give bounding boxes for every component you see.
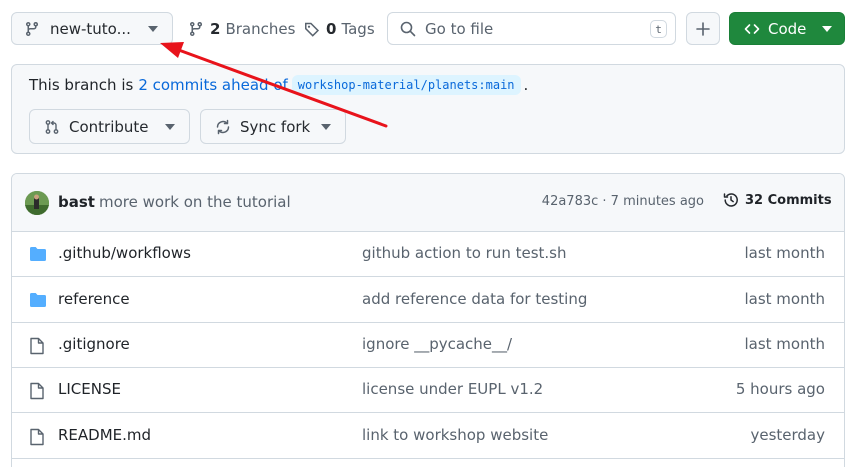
caret-down-icon: [321, 124, 331, 130]
sync-fork-label: Sync fork: [240, 117, 311, 136]
go-to-file-search[interactable]: t: [387, 12, 676, 45]
file-name[interactable]: .github/workflows: [58, 244, 191, 262]
tag-icon: [305, 22, 320, 37]
search-icon: [400, 21, 416, 36]
file-name[interactable]: .gitignore: [58, 335, 130, 353]
file-updated-time: last month: [744, 290, 825, 308]
file-name[interactable]: reference: [58, 290, 130, 308]
file-updated-time: 5 hours ago: [735, 380, 825, 398]
code-button-label: Code: [768, 19, 807, 38]
status-suffix: .: [523, 76, 529, 94]
file-icon: [30, 382, 44, 400]
branches-label: Branches: [225, 19, 296, 38]
file-updated-time: last month: [744, 335, 825, 353]
file-row[interactable]: .github/workflows github action to run t…: [12, 232, 844, 277]
branch-name: new-tuto...: [50, 19, 131, 38]
branch-status-panel: This branch is 2 commits ahead of worksh…: [11, 64, 845, 154]
add-file-button[interactable]: [686, 12, 720, 45]
file-icon: [30, 428, 44, 446]
caret-down-icon: [822, 26, 832, 32]
file-row[interactable]: README.md link to workshop website yeste…: [12, 414, 844, 459]
branches-link[interactable]: 2 Branches: [188, 12, 295, 45]
base-branch-ref[interactable]: workshop-material/planets:main: [291, 75, 521, 95]
branch-selector-button[interactable]: new-tuto...: [11, 12, 173, 45]
branches-count: 2: [210, 19, 221, 38]
file-commit-message[interactable]: add reference data for testing: [362, 290, 587, 308]
avatar[interactable]: [25, 191, 49, 215]
keyboard-shortcut-hint: t: [650, 20, 667, 38]
git-branch-icon: [25, 21, 38, 36]
commit-hash-and-time[interactable]: 42a783c · 7 minutes ago: [542, 194, 704, 209]
code-button[interactable]: Code: [729, 12, 845, 45]
file-commit-message[interactable]: ignore __pycache__/: [362, 335, 512, 353]
file-icon: [30, 337, 44, 355]
caret-down-icon: [148, 26, 158, 32]
sync-icon: [216, 119, 230, 134]
tags-count: 0: [326, 19, 337, 38]
commits-ahead-link[interactable]: 2 commits ahead of: [138, 76, 287, 94]
file-table: bast more work on the tutorial 42a783c ·…: [11, 173, 845, 467]
sync-fork-button[interactable]: Sync fork: [200, 109, 346, 144]
file-updated-time: yesterday: [750, 426, 825, 444]
file-updated-time: last month: [744, 244, 825, 262]
latest-commit-row: bast more work on the tutorial 42a783c ·…: [12, 174, 844, 232]
status-prefix: This branch is: [29, 76, 134, 94]
file-name[interactable]: README.md: [58, 426, 151, 444]
folder-icon: [30, 247, 46, 261]
contribute-label: Contribute: [69, 117, 149, 136]
file-row[interactable]: LICENSE license under EUPL v1.2 5 hours …: [12, 368, 844, 413]
file-row[interactable]: reference add reference data for testing…: [12, 278, 844, 323]
go-to-file-input[interactable]: [425, 19, 635, 38]
caret-down-icon: [165, 124, 175, 130]
commit-message[interactable]: more work on the tutorial: [99, 193, 291, 211]
file-row[interactable]: .gitignore ignore __pycache__/ last mont…: [12, 323, 844, 368]
commit-author[interactable]: bast: [58, 193, 95, 211]
git-pull-request-icon: [45, 119, 59, 134]
history-icon: [723, 193, 738, 207]
file-commit-message[interactable]: github action to run test.sh: [362, 244, 567, 262]
commits-count-label: 32 Commits: [745, 192, 832, 208]
tags-label: Tags: [341, 19, 375, 38]
tags-link[interactable]: 0 Tags: [304, 12, 375, 45]
file-name[interactable]: LICENSE: [58, 380, 121, 398]
branch-status-text: This branch is 2 commits ahead of worksh…: [29, 75, 528, 95]
commits-history-link[interactable]: 32 Commits: [723, 192, 832, 208]
git-branch-icon: [189, 21, 202, 36]
contribute-button[interactable]: Contribute: [29, 109, 190, 144]
file-commit-message[interactable]: link to workshop website: [362, 426, 548, 444]
file-commit-message[interactable]: license under EUPL v1.2: [362, 380, 543, 398]
code-icon: [744, 23, 760, 34]
plus-icon: [696, 21, 710, 36]
folder-icon: [30, 293, 46, 307]
